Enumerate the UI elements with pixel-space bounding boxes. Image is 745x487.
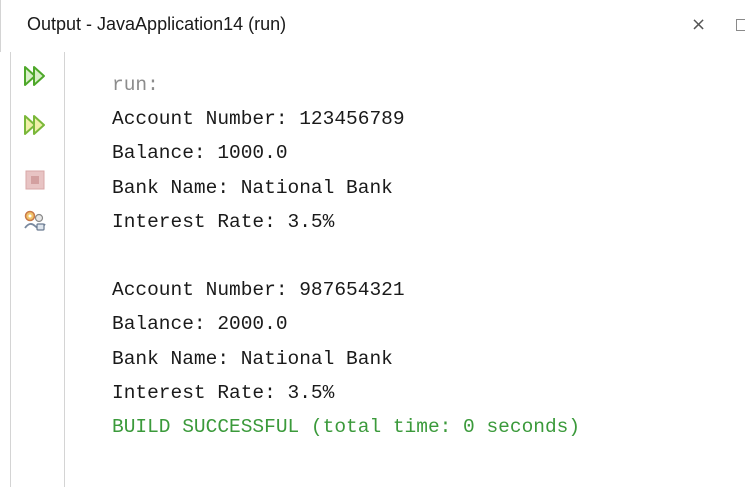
settings-icon[interactable] <box>23 209 47 233</box>
output-window: Output - JavaApplication14 (run) × run: … <box>0 0 745 487</box>
rerun-with-options-icon[interactable] <box>23 113 47 137</box>
console-line-build-success: BUILD SUCCESSFUL (total time: 0 seconds) <box>112 415 581 438</box>
console-line: Balance: 1000.0 <box>112 142 288 165</box>
console-line: Account Number: 987654321 <box>112 279 405 302</box>
output-body: run: Account Number: 123456789 Balance: … <box>0 52 745 487</box>
output-tab-title[interactable]: Output - JavaApplication14 (run) <box>27 14 286 35</box>
output-tab-header[interactable]: Output - JavaApplication14 (run) × <box>0 0 745 52</box>
console-line-run: run: <box>112 74 159 96</box>
console-output[interactable]: run: Account Number: 123456789 Balance: … <box>112 68 580 444</box>
console-line: Bank Name: National Bank <box>112 176 393 199</box>
output-toolbar <box>10 52 65 487</box>
close-icon[interactable]: × <box>691 16 706 34</box>
console-line: Bank Name: National Bank <box>112 347 393 370</box>
restore-window-icon[interactable] <box>736 19 745 31</box>
stop-icon[interactable] <box>23 168 47 192</box>
rerun-icon[interactable] <box>23 64 47 88</box>
console-line: Balance: 2000.0 <box>112 313 288 336</box>
console-line: Account Number: 123456789 <box>112 108 405 131</box>
console-line: Interest Rate: 3.5% <box>112 381 335 404</box>
console-line: Interest Rate: 3.5% <box>112 210 335 233</box>
